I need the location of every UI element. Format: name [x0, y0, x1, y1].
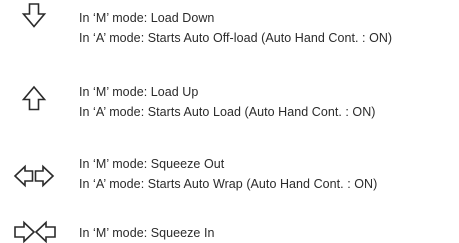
load-up-a-mode-text: In ‘A’ mode: Starts Auto Load (Auto Hand…	[79, 105, 376, 119]
load-down-m-mode-text: In ‘M’ mode: Load Down	[79, 11, 215, 25]
arrow-up-icon	[21, 85, 47, 111]
load-up-m-mode-text: In ‘M’ mode: Load Up	[79, 85, 199, 99]
arrow-down-icon	[21, 3, 47, 28]
squeeze-out-m-mode-text: In ‘M’ mode: Squeeze Out	[79, 157, 225, 171]
squeeze-in-m-mode-text: In ‘M’ mode: Squeeze In	[79, 226, 215, 240]
arrows-inward-icon	[14, 220, 56, 243]
arrows-outward-icon	[13, 164, 55, 188]
load-down-a-mode-text: In ‘A’ mode: Starts Auto Off-load (Auto …	[79, 31, 393, 45]
squeeze-out-a-mode-text: In ‘A’ mode: Starts Auto Wrap (Auto Hand…	[79, 177, 378, 191]
